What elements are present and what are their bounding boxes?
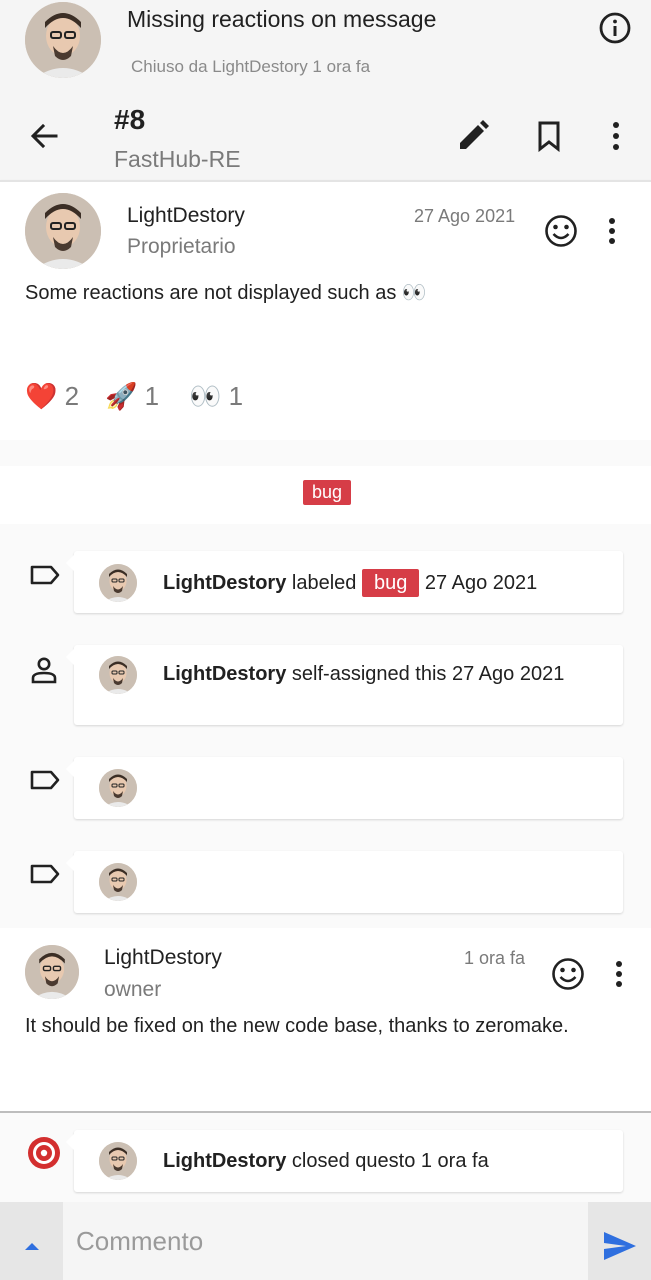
section-divider: [0, 1111, 651, 1113]
reaction-heart-emoji: ❤️: [25, 381, 58, 411]
reaction-eyes-emoji: 👀: [189, 381, 222, 411]
issue-comment: LightDestory Proprietario 27 Ago 2021 So…: [0, 182, 651, 440]
issue-status: Chiuso da LightDestory 1 ora fa: [131, 57, 371, 76]
add-reaction-icon[interactable]: [544, 214, 578, 248]
event-author-avatar[interactable]: [99, 769, 137, 807]
more-vert-icon[interactable]: [606, 120, 626, 152]
comment-date: 27 Ago 2021: [414, 206, 516, 226]
add-reaction-icon[interactable]: [551, 957, 585, 991]
back-arrow-icon[interactable]: [28, 120, 60, 152]
labels-section: bug: [0, 466, 651, 524]
timeline-event: [66, 851, 623, 913]
reaction-rocket[interactable]: 🚀 1: [105, 381, 159, 412]
comment-author-role: owner: [104, 978, 162, 1001]
timeline-event-assigned: LightDestory self-assigned this 27 Ago 2…: [66, 645, 623, 725]
comment-author-avatar[interactable]: [25, 193, 101, 269]
reaction-rocket-emoji: 🚀: [105, 381, 138, 411]
event-action: closed questo 1 ora fa: [291, 1150, 489, 1172]
issue-number: #8: [114, 104, 146, 135]
person-icon: [30, 656, 58, 684]
event-label-badge[interactable]: bug: [361, 569, 420, 597]
closed-issue-icon: [27, 1136, 61, 1170]
repo-name[interactable]: FastHub-RE: [114, 146, 241, 173]
card-notch: [66, 555, 74, 571]
comment-more-vert-icon[interactable]: [609, 959, 629, 989]
event-date: 27 Ago 2021: [424, 572, 538, 594]
event-author-avatar[interactable]: [99, 564, 137, 602]
bookmark-icon[interactable]: [536, 120, 562, 152]
card-notch: [66, 761, 74, 777]
repo-owner-avatar[interactable]: [25, 2, 101, 78]
event-text: LightDestory labeled bug 27 Ago 2021: [163, 569, 537, 597]
event-action: self-assigned this 27 Ago 2021: [291, 663, 565, 685]
timeline-event-closed: LightDestory closed questo 1 ora fa: [66, 1130, 623, 1192]
info-icon[interactable]: [598, 11, 632, 45]
top-header: Missing reactions on message Chiuso da L…: [0, 0, 651, 180]
label-icon: [29, 862, 61, 886]
event-author-avatar[interactable]: [99, 656, 137, 694]
event-text: LightDestory closed questo 1 ora fa: [163, 1148, 489, 1174]
label-icon: [29, 563, 61, 587]
expand-composer-button[interactable]: [0, 1202, 63, 1280]
comment-date: 1 ora fa: [464, 948, 526, 968]
comment-input[interactable]: [63, 1202, 588, 1280]
issue-title: Missing reactions on message: [127, 6, 437, 32]
reaction-heart[interactable]: ❤️ 2: [25, 381, 79, 412]
reaction-rocket-count: 1: [144, 381, 160, 411]
label-icon: [29, 768, 61, 792]
comment-author-name[interactable]: LightDestory: [127, 204, 245, 228]
card-notch: [66, 649, 74, 665]
event-text: LightDestory self-assigned this 27 Ago 2…: [163, 661, 583, 687]
reaction-heart-count: 2: [64, 381, 80, 411]
edit-pencil-icon[interactable]: [456, 119, 490, 153]
label-badge-bug[interactable]: bug: [303, 480, 352, 505]
event-author-name[interactable]: LightDestory: [163, 663, 286, 685]
comment-composer: [0, 1202, 651, 1280]
card-notch: [66, 855, 74, 871]
event-author-avatar[interactable]: [99, 863, 137, 901]
event-author-name[interactable]: LightDestory: [163, 1150, 286, 1172]
event-action: labeled: [291, 572, 357, 594]
event-author-avatar[interactable]: [99, 1142, 137, 1180]
event-author-name[interactable]: LightDestory: [163, 572, 286, 594]
reaction-eyes-count: 1: [228, 381, 244, 411]
issue-comment: LightDestory owner 1 ora fa It should be…: [0, 928, 651, 1112]
arrow-up-icon: [25, 1243, 39, 1250]
comment-more-vert-icon[interactable]: [602, 216, 622, 246]
timeline-event: [66, 757, 623, 819]
comment-body: Some reactions are not displayed such as…: [25, 282, 427, 304]
timeline-event-labeled: LightDestory labeled bug 27 Ago 2021: [66, 551, 623, 613]
comment-body: It should be fixed on the new code base,…: [25, 1015, 569, 1037]
comment-author-avatar[interactable]: [25, 945, 79, 999]
comment-author-role: Proprietario: [127, 235, 236, 258]
card-notch: [66, 1134, 74, 1150]
send-button[interactable]: [588, 1202, 651, 1280]
reaction-eyes[interactable]: 👀 1: [189, 381, 243, 412]
comment-author-name[interactable]: LightDestory: [104, 946, 222, 970]
send-icon: [604, 1232, 636, 1260]
